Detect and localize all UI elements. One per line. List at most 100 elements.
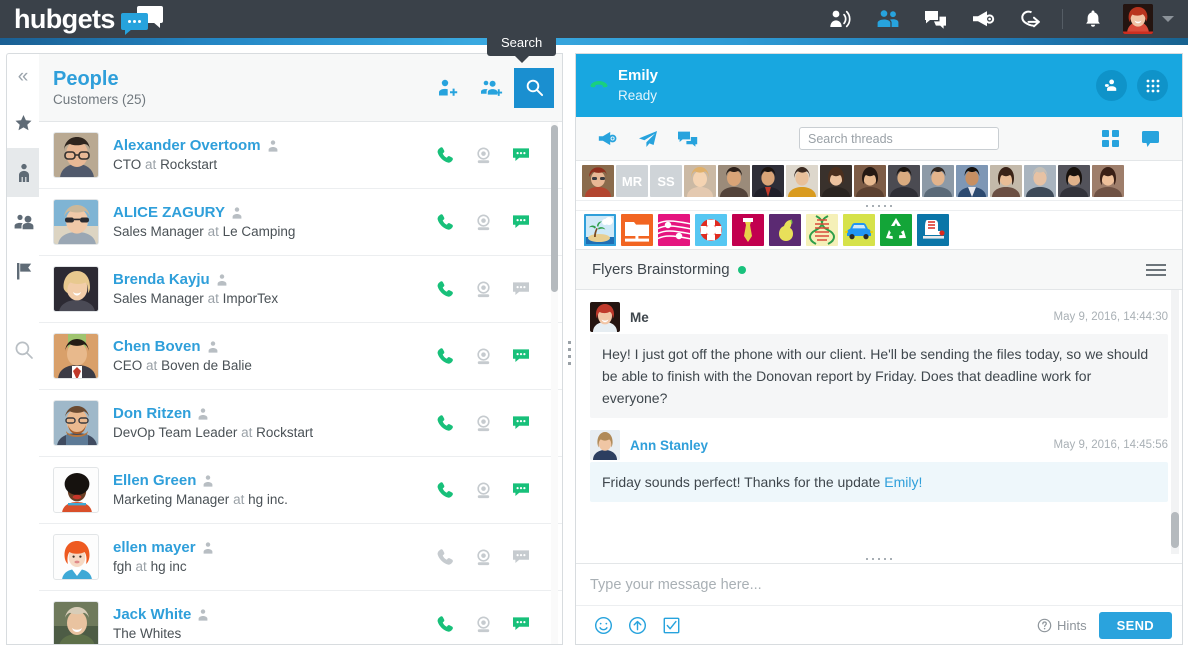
chat-icon[interactable] bbox=[502, 413, 540, 433]
avatar-initials[interactable]: SS bbox=[650, 165, 682, 197]
chat-icon[interactable] bbox=[502, 212, 540, 232]
table-row[interactable]: Alexander Overtoom CTO at Rockstart bbox=[39, 122, 562, 189]
chat-icon[interactable] bbox=[502, 614, 540, 634]
chat-icon[interactable] bbox=[502, 145, 540, 165]
table-row[interactable]: Jack White The Whites bbox=[39, 591, 562, 644]
avatar[interactable] bbox=[820, 165, 852, 197]
grid-view-icon[interactable] bbox=[1090, 130, 1130, 147]
participants-strip[interactable]: MR SS bbox=[576, 161, 1182, 201]
table-row[interactable]: ellen mayer fgh at hg inc bbox=[39, 524, 562, 591]
add-person-button[interactable] bbox=[426, 66, 470, 110]
chat-icon[interactable] bbox=[502, 346, 540, 366]
dialpad-button[interactable] bbox=[1137, 70, 1168, 101]
chat-icon[interactable] bbox=[502, 547, 540, 567]
topic-island[interactable] bbox=[584, 214, 616, 246]
people-icon[interactable] bbox=[864, 0, 912, 38]
task-icon[interactable] bbox=[654, 616, 688, 635]
topic-folder[interactable] bbox=[621, 214, 653, 246]
sidebar-people[interactable] bbox=[7, 148, 40, 197]
call-icon[interactable] bbox=[426, 615, 464, 634]
avatar[interactable] bbox=[888, 165, 920, 197]
video-icon[interactable] bbox=[464, 347, 502, 366]
paper-plane-icon[interactable] bbox=[628, 130, 668, 148]
call-icon[interactable] bbox=[426, 414, 464, 433]
chat-icon[interactable] bbox=[912, 0, 960, 38]
chat-icon[interactable] bbox=[502, 480, 540, 500]
avatar[interactable] bbox=[786, 165, 818, 197]
contact-name[interactable]: Alexander Overtoom bbox=[113, 136, 426, 155]
video-icon[interactable] bbox=[464, 213, 502, 232]
megaphone-icon[interactable] bbox=[588, 130, 628, 147]
call-icon[interactable] bbox=[426, 347, 464, 366]
contact-name[interactable]: Don Ritzen bbox=[113, 404, 426, 423]
contact-name[interactable]: ALICE ZAGURY bbox=[113, 203, 426, 222]
avatar[interactable] bbox=[582, 165, 614, 197]
table-row[interactable]: Ellen Green Marketing Manager at hg inc. bbox=[39, 457, 562, 524]
collapse-sidebar-button[interactable]: « bbox=[7, 54, 39, 99]
topic-lifebuoy[interactable] bbox=[695, 214, 727, 246]
search-threads-input[interactable] bbox=[799, 127, 999, 150]
contact-name[interactable]: Jack White bbox=[113, 605, 426, 624]
topic-recycle[interactable] bbox=[880, 214, 912, 246]
avatar[interactable] bbox=[1123, 4, 1153, 34]
avatar[interactable] bbox=[684, 165, 716, 197]
brand-logo[interactable]: hubgets bbox=[0, 4, 163, 35]
avatar[interactable] bbox=[854, 165, 886, 197]
sidebar-groups[interactable] bbox=[7, 197, 40, 246]
avatar[interactable] bbox=[1092, 165, 1124, 197]
presence-icon[interactable] bbox=[816, 0, 864, 38]
avatar[interactable] bbox=[990, 165, 1022, 197]
sidebar-favorites[interactable] bbox=[7, 99, 40, 148]
video-icon[interactable] bbox=[464, 615, 502, 634]
contacts-list[interactable]: Alexander Overtoom CTO at Rockstart ALIC… bbox=[39, 122, 562, 644]
contact-name[interactable]: Ellen Green bbox=[113, 471, 426, 490]
table-row[interactable]: Don Ritzen DevOp Team Leader at Rockstar… bbox=[39, 390, 562, 457]
add-group-button[interactable] bbox=[470, 66, 514, 110]
call-icon[interactable] bbox=[426, 280, 464, 299]
thread-menu-button[interactable] bbox=[1146, 263, 1166, 276]
hints-button[interactable]: Hints bbox=[1037, 618, 1087, 633]
topic-car[interactable] bbox=[843, 214, 875, 246]
composer-resize-handle[interactable] bbox=[576, 554, 1182, 563]
table-row[interactable]: ALICE ZAGURY Sales Manager at Le Camping bbox=[39, 189, 562, 256]
message-input[interactable] bbox=[576, 564, 1182, 606]
contacts-scrollbar-thumb[interactable] bbox=[551, 125, 558, 292]
add-participant-button[interactable] bbox=[1096, 70, 1127, 101]
avatar[interactable] bbox=[956, 165, 988, 197]
megaphone-icon[interactable] bbox=[960, 0, 1008, 38]
call-icon[interactable] bbox=[426, 213, 464, 232]
video-icon[interactable] bbox=[464, 548, 502, 567]
call-forward-icon[interactable] bbox=[1008, 0, 1056, 38]
emoji-icon[interactable] bbox=[586, 616, 620, 635]
call-icon[interactable] bbox=[426, 481, 464, 500]
sidebar-flagged[interactable] bbox=[7, 246, 40, 295]
sidebar-search[interactable] bbox=[7, 325, 40, 374]
chat-view-icon[interactable] bbox=[1130, 130, 1170, 148]
avatar[interactable] bbox=[718, 165, 750, 197]
topic-skate[interactable] bbox=[917, 214, 949, 246]
avatar[interactable] bbox=[752, 165, 784, 197]
avatar[interactable] bbox=[922, 165, 954, 197]
topic-music[interactable] bbox=[658, 214, 690, 246]
threads-icon[interactable] bbox=[668, 130, 708, 148]
avatar-initials[interactable]: MR bbox=[616, 165, 648, 197]
thread-title[interactable]: Flyers Brainstorming bbox=[592, 261, 1146, 278]
topic-pear[interactable] bbox=[769, 214, 801, 246]
call-icon[interactable] bbox=[426, 146, 464, 165]
send-button[interactable]: SEND bbox=[1098, 611, 1172, 639]
panel-splitter[interactable] bbox=[566, 335, 572, 371]
contact-name[interactable]: Chen Boven bbox=[113, 337, 426, 356]
table-row[interactable]: Chen Boven CEO at Boven de Balie bbox=[39, 323, 562, 390]
contact-name[interactable]: Brenda Kayju bbox=[113, 270, 426, 289]
table-row[interactable]: Brenda Kayju Sales Manager at ImporTex bbox=[39, 256, 562, 323]
upload-icon[interactable] bbox=[620, 616, 654, 635]
search-button[interactable] bbox=[514, 67, 554, 108]
message-author[interactable]: Ann Stanley bbox=[630, 438, 1054, 453]
bell-icon[interactable] bbox=[1069, 0, 1117, 38]
video-icon[interactable] bbox=[464, 414, 502, 433]
messages-area[interactable]: Me May 9, 2016, 14:44:30 Hey! I just got… bbox=[576, 290, 1182, 554]
topic-tie[interactable] bbox=[732, 214, 764, 246]
avatar[interactable] bbox=[1024, 165, 1056, 197]
participants-resize-handle[interactable] bbox=[576, 201, 1182, 210]
video-icon[interactable] bbox=[464, 481, 502, 500]
